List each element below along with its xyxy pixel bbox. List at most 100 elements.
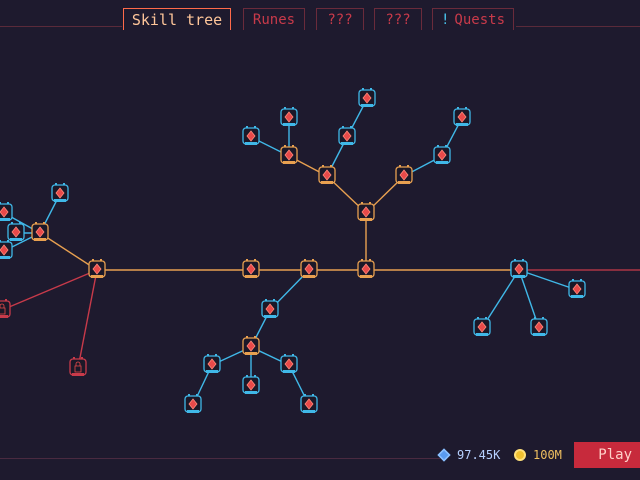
skill-node-plate: [264, 315, 276, 318]
skill-node-plate: [571, 295, 583, 298]
skill-node-frame: [69, 358, 87, 376]
skill-node-plate: [436, 161, 448, 164]
skill-node-plate: [283, 161, 295, 164]
skill-node-plate: [245, 275, 257, 278]
skill-node-n-ur-b[interactable]: [453, 107, 471, 126]
skill-node-root[interactable]: [357, 259, 375, 278]
skill-node-plate: [361, 104, 373, 107]
skill-node-n-mid2[interactable]: [300, 259, 318, 278]
skill-node-n-down1[interactable]: [261, 299, 279, 318]
skill-node-plate: [245, 391, 257, 394]
skill-node-n-left-lock2[interactable]: [69, 357, 87, 376]
gold-counter: 100M: [514, 446, 562, 464]
node-stud: [11, 222, 13, 224]
skill-node-n-right-hub[interactable]: [510, 259, 528, 278]
skill-node-plate: [34, 238, 46, 241]
skill-node-n-down-d[interactable]: [280, 354, 298, 373]
node-stud: [292, 354, 294, 356]
skill-node-plate: [0, 256, 10, 259]
node-stud: [188, 394, 190, 396]
node-stud: [542, 317, 544, 319]
skill-tree-edges: [1, 98, 640, 406]
skill-node-n-right-a[interactable]: [473, 317, 491, 336]
skill-node-n-mid1[interactable]: [242, 259, 260, 278]
node-stud: [63, 183, 65, 185]
node-stud: [196, 394, 198, 396]
node-stud: [215, 354, 217, 356]
node-stud: [369, 259, 371, 261]
node-stud: [100, 259, 102, 261]
skill-node-plate: [398, 181, 410, 184]
skill-node-n-ul-e[interactable]: [358, 88, 376, 107]
node-stud: [477, 317, 479, 319]
skill-node-plate: [360, 275, 372, 278]
skill-node-plate: [513, 275, 525, 278]
skill-node-n-left-hub[interactable]: [88, 259, 106, 278]
skill-node-plate: [0, 315, 8, 318]
node-stud: [254, 336, 256, 338]
node-stud: [284, 145, 286, 147]
gem-amount: 97.45K: [457, 448, 501, 462]
node-stud: [522, 259, 524, 261]
skill-node-n-down-a[interactable]: [203, 354, 221, 373]
skill-node-n-ul-c[interactable]: [280, 107, 298, 126]
node-stud: [514, 259, 516, 261]
node-stud: [304, 259, 306, 261]
node-stud: [361, 202, 363, 204]
skill-node-n-left-e[interactable]: [7, 222, 25, 241]
node-stud: [246, 375, 248, 377]
skill-node-plate: [206, 370, 218, 373]
skill-node-n-down-b[interactable]: [184, 394, 202, 413]
skill-node-n-left-lock1[interactable]: [0, 299, 11, 318]
skill-node-n-right-b[interactable]: [530, 317, 548, 336]
skill-node-plate: [245, 142, 257, 145]
skill-node-n-down-e[interactable]: [300, 394, 318, 413]
skill-node-n-up-right[interactable]: [395, 165, 413, 184]
skill-node-plate: [283, 370, 295, 373]
node-stud: [369, 202, 371, 204]
skill-node-n-down-c[interactable]: [242, 375, 260, 394]
skill-node-plate: [321, 181, 333, 184]
gold-coin-icon: [514, 449, 526, 461]
skill-node-plate: [91, 275, 103, 278]
skill-node-n-up-left[interactable]: [318, 165, 336, 184]
skill-node-plate: [0, 218, 10, 221]
skill-node-n-down2[interactable]: [242, 336, 260, 355]
node-stud: [7, 240, 9, 242]
edge-n-left-hub-to-n-left-lock1: [1, 269, 98, 311]
node-stud: [362, 88, 364, 90]
skill-node-n-ur-a[interactable]: [433, 145, 451, 164]
node-stud: [81, 357, 83, 359]
node-stud: [0, 240, 1, 242]
node-stud: [246, 336, 248, 338]
play-button[interactable]: Play: [574, 442, 640, 468]
skill-node-n-up1[interactable]: [357, 202, 375, 221]
skill-node-n-left-d[interactable]: [0, 240, 13, 259]
node-stud: [457, 107, 459, 109]
skill-node-plate: [54, 199, 66, 202]
node-stud: [207, 354, 209, 356]
node-stud: [292, 107, 294, 109]
skill-node-n-ul-b[interactable]: [242, 126, 260, 145]
node-stud: [407, 165, 409, 167]
node-stud: [254, 375, 256, 377]
skill-node-n-left-a[interactable]: [31, 222, 49, 241]
node-stud: [284, 354, 286, 356]
skill-node-plate: [303, 410, 315, 413]
node-stud: [43, 222, 45, 224]
edge-n-left-hub-to-n-left-lock2: [77, 269, 98, 369]
skill-node-plate: [476, 333, 488, 336]
skill-node-n-ul-d[interactable]: [338, 126, 356, 145]
skill-node-n-ul-a[interactable]: [280, 145, 298, 164]
skill-node-plate: [341, 142, 353, 145]
node-stud: [254, 126, 256, 128]
skill-node-n-right-c[interactable]: [568, 279, 586, 298]
skill-node-plate: [303, 275, 315, 278]
skill-node-n-left-c[interactable]: [0, 202, 13, 221]
skill-node-n-left-b[interactable]: [51, 183, 69, 202]
node-stud: [350, 126, 352, 128]
node-stud: [322, 165, 324, 167]
node-stud: [0, 202, 1, 204]
footer-divider: [0, 458, 440, 459]
node-stud: [19, 222, 21, 224]
